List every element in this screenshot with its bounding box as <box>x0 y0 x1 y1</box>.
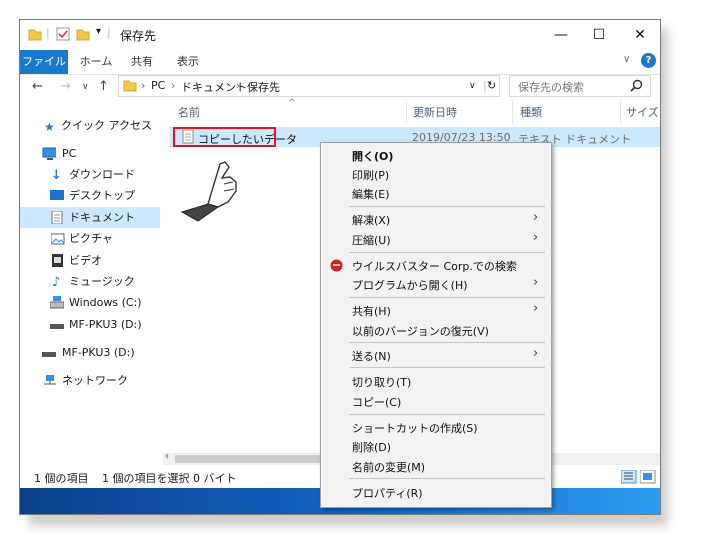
properties-icon[interactable] <box>56 27 70 41</box>
search-placeholder: 保存先の検索 <box>518 81 584 94</box>
nav-item-quick-access[interactable]: ★ クイック アクセス <box>20 115 160 136</box>
submenu-arrow-icon: › <box>533 346 539 361</box>
column-name[interactable]: 名前 <box>178 104 200 120</box>
menu-item-create-shortcut[interactable]: ショートカットの作成(S) <box>352 420 478 436</box>
maximize-button[interactable]: ☐ <box>576 20 622 50</box>
tab-file[interactable]: ファイル <box>20 50 68 74</box>
drive-icon <box>50 296 64 309</box>
up-icon[interactable]: ↑ <box>98 79 109 94</box>
pointing-hand-icon <box>180 161 237 222</box>
customize-toolbar-icon[interactable]: ▾ <box>96 26 101 37</box>
address-dropdown-icon[interactable]: ∨ <box>469 81 476 91</box>
column-modified[interactable]: 更新日時 <box>413 104 457 120</box>
breadcrumb-pc[interactable]: PC <box>151 79 165 92</box>
search-input[interactable]: 保存先の検索 <box>509 75 651 97</box>
refresh-icon[interactable]: ↻ <box>487 79 496 92</box>
virus-buster-icon <box>330 259 343 272</box>
menu-item-print[interactable]: 印刷(P) <box>352 167 389 183</box>
music-icon: ♪ <box>52 275 61 290</box>
menu-item-open-with[interactable]: プログラムから開く(H) <box>352 277 468 293</box>
nav-item-pc[interactable]: PC <box>20 143 160 164</box>
breadcrumb-destination[interactable]: 保存先 <box>247 79 280 95</box>
menu-item-compress[interactable]: 圧縮(U) <box>352 232 391 248</box>
video-icon <box>52 254 63 267</box>
nav-item-documents[interactable]: ドキュメント <box>20 207 160 228</box>
tab-home[interactable]: ホーム <box>78 50 114 74</box>
submenu-arrow-icon: › <box>533 210 539 225</box>
context-menu: 開く(O) 印刷(P) 編集(E) 解凍(X) › 圧縮(U) › ウイルスバス… <box>320 142 552 508</box>
submenu-arrow-icon: › <box>533 301 539 316</box>
title-bar: | ▾ | 保存先 — ☐ ✕ <box>20 20 660 50</box>
window-title: 保存先 <box>120 29 157 43</box>
selection-info: 1 個の項目を選択 0 バイト <box>102 472 237 485</box>
close-button[interactable]: ✕ <box>617 20 660 50</box>
menu-item-send-to[interactable]: 送る(N) <box>352 348 391 364</box>
download-icon: ↓ <box>51 168 62 183</box>
nav-item-network[interactable]: ネットワーク <box>20 370 160 391</box>
menu-item-virus-scan[interactable]: ウイルスバスター Corp.での検索 <box>352 258 517 274</box>
item-count: 1 個の項目 <box>34 472 89 485</box>
menu-item-properties[interactable]: プロパティ(R) <box>352 485 423 501</box>
navigation-pane: ★ クイック アクセス PC ↓ ダウンロード デスクトップ ドキュメント ピク… <box>20 100 160 455</box>
submenu-arrow-icon: › <box>533 275 539 290</box>
folder-icon <box>123 80 137 92</box>
help-icon[interactable]: ? <box>641 53 656 68</box>
menu-item-copy[interactable]: コピー(C) <box>352 394 401 410</box>
large-icons-view-icon[interactable] <box>640 470 656 484</box>
usb-drive-icon <box>50 324 64 329</box>
nav-item-usb-drive-root[interactable]: MF-PKU3 (D:) <box>20 342 160 363</box>
folder-icon <box>28 29 42 41</box>
menu-item-extract[interactable]: 解凍(X) <box>352 212 390 228</box>
nav-item-videos[interactable]: ビデオ <box>20 250 160 271</box>
menu-item-cut[interactable]: 切り取り(T) <box>352 374 411 390</box>
network-icon <box>44 375 56 385</box>
menu-item-delete[interactable]: 削除(D) <box>352 439 391 455</box>
desktop-icon <box>50 190 64 200</box>
nav-item-pictures[interactable]: ピクチャ <box>20 228 160 249</box>
back-icon[interactable]: ← <box>32 79 43 94</box>
menu-item-rename[interactable]: 名前の変更(M) <box>352 459 425 475</box>
search-icon[interactable] <box>630 79 643 92</box>
nav-item-usb-drive[interactable]: MF-PKU3 (D:) <box>20 314 160 335</box>
tab-share[interactable]: 共有 <box>124 50 160 74</box>
menu-item-share[interactable]: 共有(H) <box>352 303 391 319</box>
document-icon <box>51 211 63 224</box>
highlight-box <box>173 127 276 147</box>
details-view-icon[interactable] <box>621 470 637 484</box>
menu-item-restore-versions[interactable]: 以前のバージョンの復元(V) <box>352 323 489 339</box>
forward-icon[interactable]: → <box>60 79 71 94</box>
menu-item-edit[interactable]: 編集(E) <box>352 186 390 202</box>
scroll-left-icon[interactable]: ‹ <box>165 451 169 462</box>
address-bar[interactable]: › PC › ドキュメント › 保存先 ∨ | ↻ <box>118 75 500 97</box>
picture-icon <box>51 233 65 245</box>
menu-item-open[interactable]: 開く(O) <box>352 148 393 164</box>
sort-ascending-icon: ^ <box>288 98 296 108</box>
new-folder-icon[interactable] <box>76 27 90 41</box>
submenu-arrow-icon: › <box>533 230 539 245</box>
pc-icon <box>42 147 56 160</box>
ribbon: ファイル ホーム 共有 表示 ∨ ? <box>20 50 660 75</box>
nav-item-desktop[interactable]: デスクトップ <box>20 185 160 206</box>
recent-locations-icon[interactable]: ∨ <box>82 82 89 92</box>
nav-item-downloads[interactable]: ↓ ダウンロード <box>20 164 160 185</box>
column-type[interactable]: 種類 <box>520 104 542 120</box>
expand-ribbon-icon[interactable]: ∨ <box>623 54 630 65</box>
star-icon: ★ <box>44 120 55 134</box>
tab-view[interactable]: 表示 <box>170 50 206 74</box>
column-size[interactable]: サイズ <box>626 104 659 120</box>
nav-item-music[interactable]: ♪ ミュージック <box>20 271 160 292</box>
usb-drive-icon <box>42 352 56 357</box>
nav-item-windows-c[interactable]: Windows (C:) <box>20 292 160 313</box>
